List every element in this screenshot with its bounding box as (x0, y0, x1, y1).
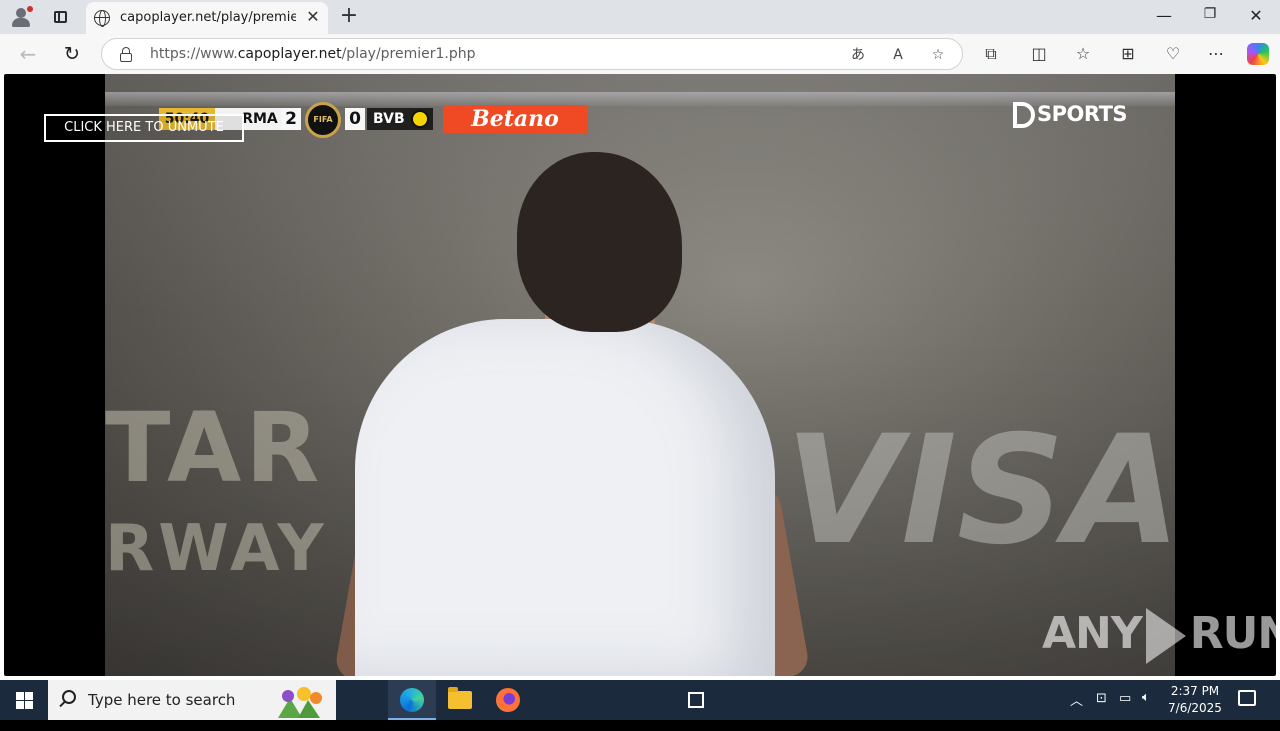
start-button[interactable] (0, 680, 48, 720)
edge-icon (400, 688, 424, 712)
anyrun-watermark: ANY RUN (1042, 608, 1280, 672)
folder-icon (448, 687, 472, 709)
address-bar[interactable]: https://www.capoplayer.net/play/premier1… (101, 38, 963, 70)
home-score: 2 (281, 108, 301, 130)
task-view-icon (688, 692, 704, 708)
translate-icon[interactable]: あ (848, 45, 868, 65)
network-icon[interactable]: ▭ (1119, 691, 1131, 731)
extensions-icon[interactable]: ⧉ (980, 43, 1002, 65)
page-content: TAR RWAY VISA 50:40 RMA 2 FIFA 0 BVB Bet… (0, 74, 1280, 680)
volume-icon[interactable]: 🔈︎ (1142, 690, 1150, 730)
home-team: RMA (239, 108, 281, 130)
collections-icon[interactable]: ⊞ (1117, 43, 1139, 65)
taskbar-search[interactable]: Type here to search (48, 680, 336, 720)
profile-icon[interactable] (10, 6, 34, 28)
tab-strip: capoplayer.net/play/premier1.php ✕ + — ❐… (0, 0, 1280, 34)
back-button[interactable]: ← (16, 42, 40, 66)
close-tab-icon[interactable]: ✕ (304, 8, 322, 26)
active-tab[interactable]: capoplayer.net/play/premier1.php ✕ (86, 2, 328, 34)
lock-icon[interactable] (120, 47, 132, 62)
close-window-button[interactable]: ✕ (1244, 6, 1268, 28)
unmute-button[interactable]: CLICK HERE TO UNMUTE (44, 114, 244, 142)
background-ad-text: TAR (105, 392, 324, 504)
copilot-icon[interactable] (1247, 43, 1269, 65)
tab-title: capoplayer.net/play/premier1.php (120, 10, 296, 25)
clock[interactable]: 2:37 PM 7/6/2025 (1160, 683, 1230, 717)
tab-actions-icon[interactable] (48, 6, 72, 28)
taskbar: Type here to search ︿ ⊡ ▭ 🔈︎ 2:37 PM 7/6… (0, 680, 1280, 720)
minimize-window-button[interactable]: — (1152, 6, 1176, 28)
split-screen-icon[interactable]: ◫ (1028, 43, 1050, 65)
clock-date: 7/6/2025 (1168, 701, 1222, 715)
video-player[interactable]: TAR RWAY VISA 50:40 RMA 2 FIFA 0 BVB Bet… (4, 74, 1280, 676)
search-icon (62, 690, 76, 704)
favorites-icon[interactable]: ☆ (1072, 43, 1094, 65)
sponsor-logo: Betano (443, 105, 587, 133)
visa-ad-text: VISA (785, 404, 1175, 578)
new-tab-button[interactable]: + (338, 5, 360, 27)
background-ad-text-2: RWAY (105, 512, 328, 586)
reload-button[interactable]: ↻ (60, 42, 84, 66)
away-score: 0 (345, 108, 365, 130)
url-text[interactable]: https://www.capoplayer.net/play/premier1… (150, 46, 476, 62)
browser-toolbar: ← ↻ https://www.capoplayer.net/play/prem… (0, 34, 1280, 74)
firefox-icon (496, 688, 520, 712)
browser-essentials-icon[interactable]: ♡ (1162, 43, 1184, 65)
settings-more-icon[interactable]: ⋯ (1205, 43, 1227, 65)
globe-icon (94, 10, 110, 27)
notifications-icon[interactable] (1238, 690, 1256, 706)
video-frame[interactable]: TAR RWAY VISA 50:40 RMA 2 FIFA 0 BVB Bet… (105, 74, 1175, 676)
person-figure (355, 319, 775, 676)
tournament-logo: FIFA (305, 102, 341, 138)
read-aloud-icon[interactable]: A (888, 45, 908, 65)
search-placeholder: Type here to search (88, 691, 236, 709)
clock-time: 2:37 PM (1170, 684, 1220, 698)
broadcaster-logo: SPORTS (1013, 102, 1128, 132)
network-drive-icon[interactable]: ⊡ (1096, 691, 1107, 731)
flowers-icon (278, 687, 322, 718)
play-triangle-icon (1145, 608, 1186, 664)
task-view-button[interactable] (336, 680, 704, 720)
chevron-up-icon[interactable]: ︿ (1070, 690, 1083, 730)
restore-window-button[interactable]: ❐ (1198, 6, 1222, 28)
favorite-star-icon[interactable]: ☆ (928, 45, 948, 65)
away-crest-icon (411, 110, 429, 128)
